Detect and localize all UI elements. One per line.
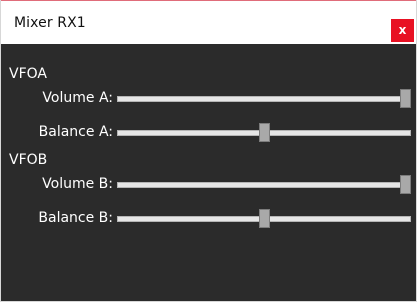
slider-track: [117, 96, 411, 102]
slider-label-volume-b: Volume B:: [42, 176, 113, 192]
slider-thumb[interactable]: [400, 89, 411, 108]
title-bar[interactable]: Mixer RX1 x: [1, 0, 416, 44]
volume-a-slider[interactable]: [117, 88, 411, 112]
slider-thumb[interactable]: [259, 209, 270, 228]
group-label-vfob: VFOB: [9, 152, 48, 168]
slider-row-balance-a: Balance A:: [1, 122, 416, 146]
group-label-vfoa: VFOA: [9, 66, 47, 82]
slider-thumb[interactable]: [259, 123, 270, 142]
balance-a-slider[interactable]: [117, 122, 411, 146]
slider-label-balance-b: Balance B:: [38, 210, 113, 226]
mixer-content: VFOA Volume A: Balance A: VFOB Volume B:: [1, 44, 416, 301]
volume-b-slider[interactable]: [117, 174, 411, 198]
slider-row-volume-b: Volume B:: [1, 174, 416, 198]
balance-b-slider[interactable]: [117, 208, 411, 232]
slider-row-volume-a: Volume A:: [1, 88, 416, 112]
window-title: Mixer RX1: [14, 15, 86, 31]
slider-thumb[interactable]: [400, 175, 411, 194]
slider-row-balance-b: Balance B:: [1, 208, 416, 232]
slider-label-volume-a: Volume A:: [42, 90, 113, 106]
close-button[interactable]: x: [391, 19, 414, 42]
slider-track: [117, 182, 411, 188]
mixer-window: Mixer RX1 x VFOA Volume A: Balance A: VF…: [0, 0, 417, 302]
slider-label-balance-a: Balance A:: [38, 124, 113, 140]
